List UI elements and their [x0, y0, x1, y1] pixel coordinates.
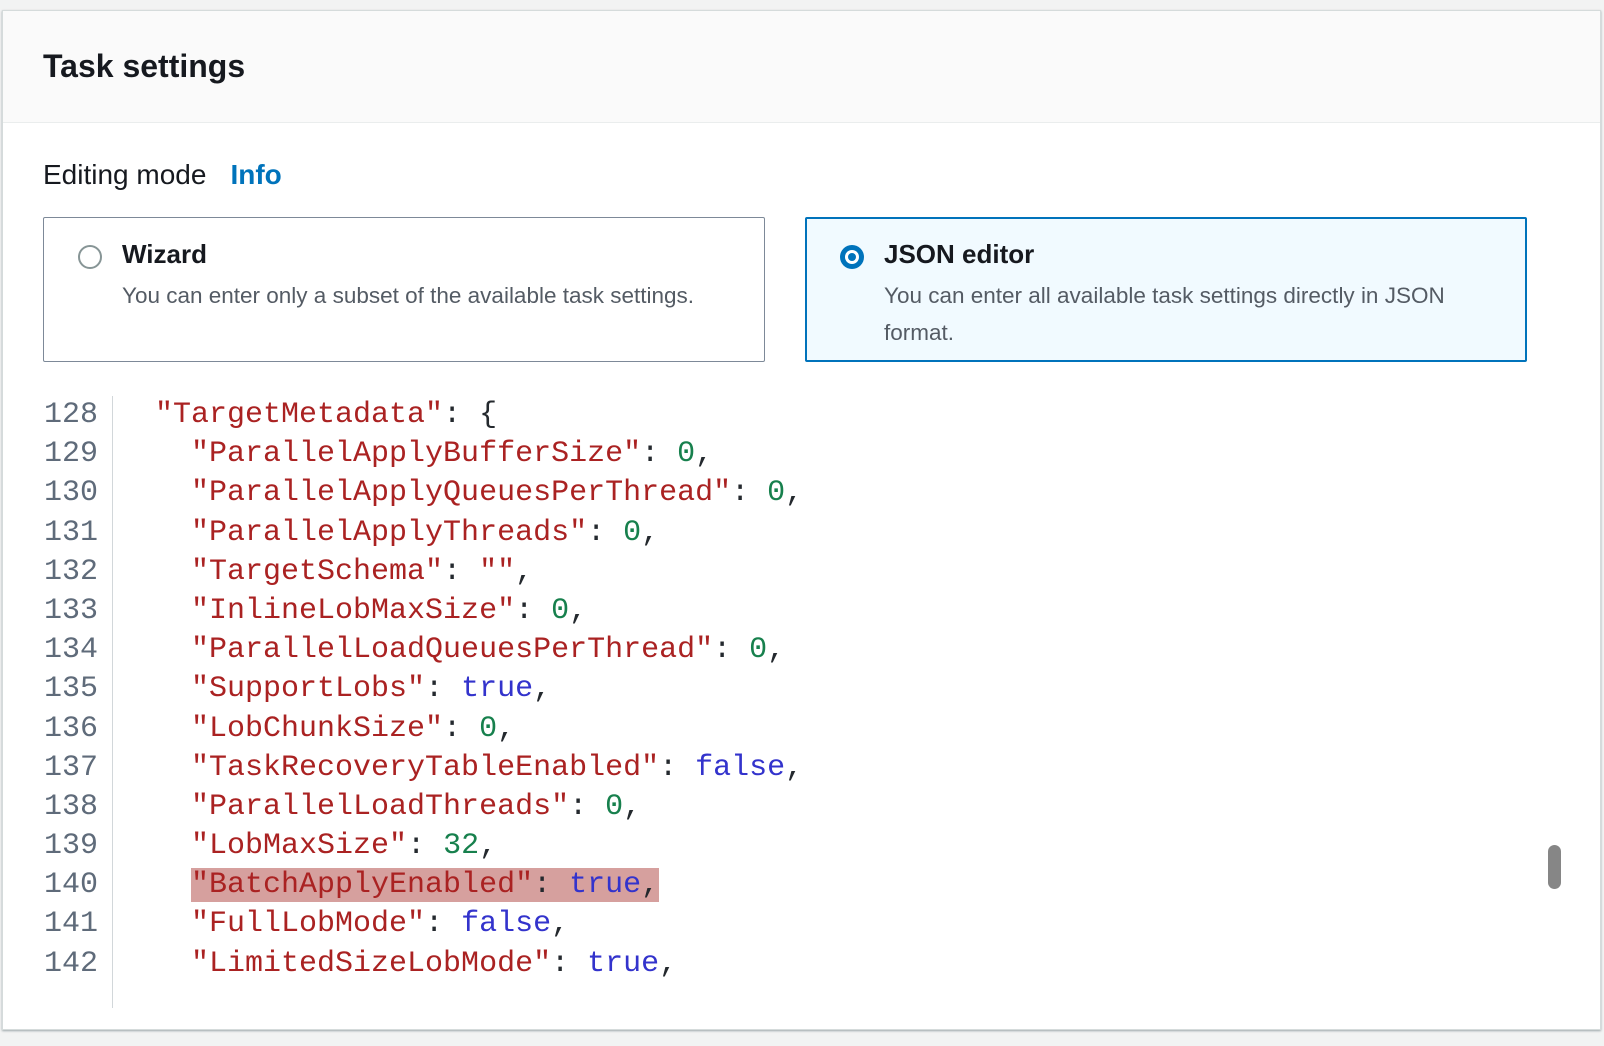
page-title: Task settings: [43, 48, 245, 85]
code-line[interactable]: "ParallelApplyThreads": 0,: [119, 514, 1560, 553]
line-number: 138: [43, 788, 98, 827]
code-line[interactable]: "ParallelLoadThreads": 0,: [119, 788, 1560, 827]
line-number: 132: [43, 553, 98, 592]
page: Task settings Editing mode Info Wizard Y…: [0, 0, 1604, 1046]
line-number: 142: [43, 945, 98, 984]
code-line[interactable]: "SupportLobs": true,: [119, 670, 1560, 709]
line-number: 136: [43, 710, 98, 749]
line-number: 133: [43, 592, 98, 631]
code-line[interactable]: "BatchApplyEnabled": true,: [119, 866, 1560, 905]
code-line[interactable]: "LimitedSizeLobMode": true,: [119, 945, 1560, 984]
task-settings-panel: Task settings Editing mode Info Wizard Y…: [2, 10, 1601, 1030]
panel-body: Editing mode Info Wizard You can enter o…: [3, 123, 1600, 1008]
editing-mode-label: Editing mode: [43, 159, 206, 191]
highlighted-code: "BatchApplyEnabled": true,: [191, 868, 659, 902]
code-line[interactable]: "InlineLobMaxSize": 0,: [119, 592, 1560, 631]
line-number: 134: [43, 631, 98, 670]
editor-scrollbar-thumb[interactable]: [1548, 845, 1561, 889]
json-editor-description: You can enter all available task setting…: [884, 277, 1506, 351]
tile-json-editor[interactable]: JSON editor You can enter all available …: [805, 217, 1527, 362]
line-number: 140: [43, 866, 98, 905]
line-number: 137: [43, 749, 98, 788]
code-line[interactable]: "TargetMetadata": {: [119, 396, 1560, 435]
code-line[interactable]: "LobChunkSize": 0,: [119, 710, 1560, 749]
line-number-gutter: 1281291301311321331341351361371381391401…: [43, 396, 113, 1008]
wizard-description: You can enter only a subset of the avail…: [122, 277, 694, 314]
line-number: 129: [43, 435, 98, 474]
line-number: 131: [43, 514, 98, 553]
code-line[interactable]: "ParallelLoadQueuesPerThread": 0,: [119, 631, 1560, 670]
wizard-label: Wizard: [122, 239, 694, 270]
json-editor-radio-icon[interactable]: [840, 245, 864, 269]
code-line[interactable]: "ParallelApplyQueuesPerThread": 0,: [119, 474, 1560, 513]
line-number: 141: [43, 905, 98, 944]
line-number: 139: [43, 827, 98, 866]
wizard-radio-icon[interactable]: [78, 245, 102, 269]
editing-mode-tiles: Wizard You can enter only a subset of th…: [43, 217, 1560, 362]
code-line[interactable]: "FullLobMode": false,: [119, 905, 1560, 944]
code-line[interactable]: "LobMaxSize": 32,: [119, 827, 1560, 866]
panel-header: Task settings: [3, 11, 1600, 123]
editing-mode-row: Editing mode Info: [43, 159, 1560, 191]
line-number: 130: [43, 474, 98, 513]
code-line[interactable]: "ParallelApplyBufferSize": 0,: [119, 435, 1560, 474]
line-number: 135: [43, 670, 98, 709]
code-lines[interactable]: "TargetMetadata": { "ParallelApplyBuffer…: [113, 396, 1560, 1008]
code-line[interactable]: "TargetSchema": "",: [119, 553, 1560, 592]
json-code-editor[interactable]: 1281291301311321331341351361371381391401…: [43, 396, 1560, 1008]
json-editor-label: JSON editor: [884, 239, 1506, 270]
code-line[interactable]: "TaskRecoveryTableEnabled": false,: [119, 749, 1560, 788]
info-link[interactable]: Info: [230, 159, 281, 191]
line-number: 128: [43, 396, 98, 435]
tile-wizard[interactable]: Wizard You can enter only a subset of th…: [43, 217, 765, 362]
